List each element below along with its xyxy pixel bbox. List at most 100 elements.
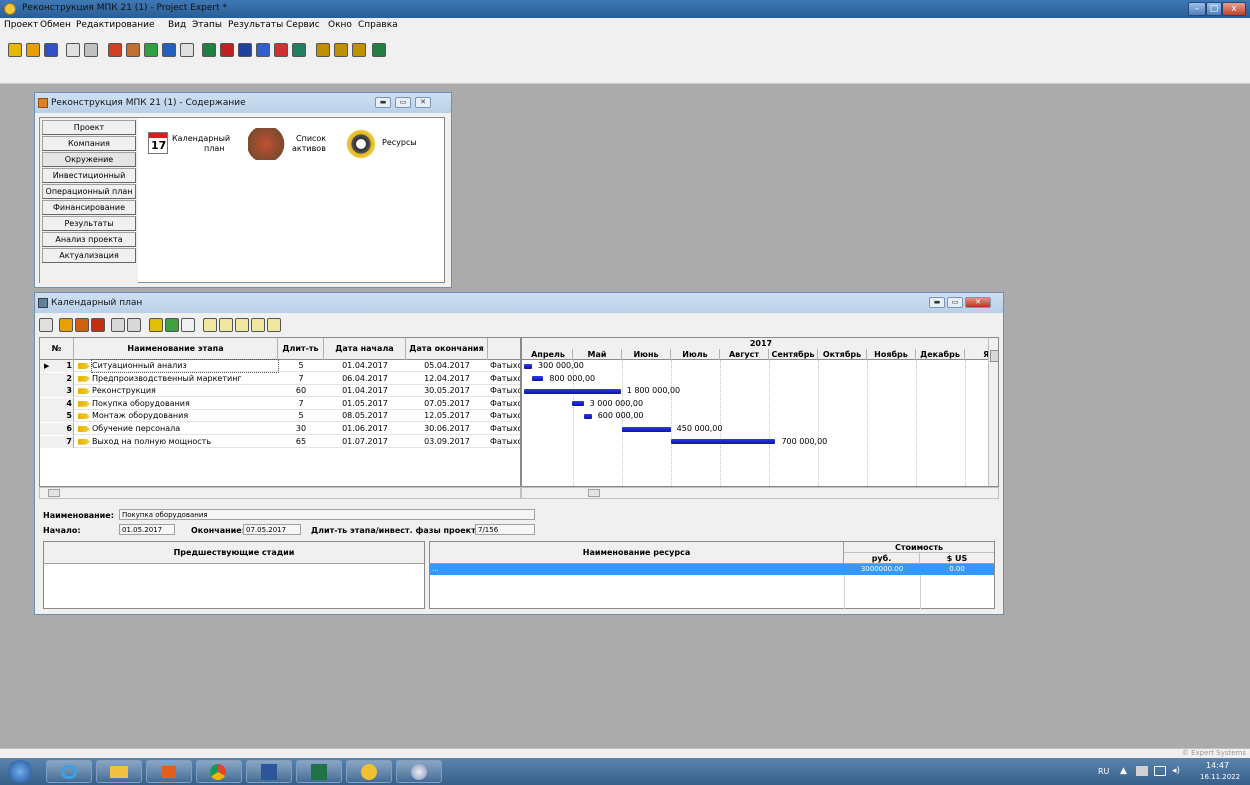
nav-company[interactable]: Компания bbox=[42, 136, 136, 151]
sensitivity-icon[interactable] bbox=[292, 43, 306, 57]
npv-icon[interactable] bbox=[334, 43, 348, 57]
add-stage-icon[interactable] bbox=[59, 318, 73, 332]
company-icon[interactable] bbox=[108, 43, 122, 57]
cost-rub-header[interactable]: руб. bbox=[844, 553, 920, 564]
assets-list-shortcut[interactable]: Список активов bbox=[248, 128, 338, 162]
menu-project[interactable]: Проект bbox=[4, 20, 38, 30]
delete-stage-icon[interactable] bbox=[91, 318, 105, 332]
stage-row[interactable]: 7 Выход на полную мощность 65 01.07.2017 03.… bbox=[40, 435, 520, 448]
content-minimize-button[interactable]: ▬ bbox=[375, 97, 391, 108]
clock-time[interactable]: 14:47 bbox=[1206, 761, 1229, 770]
menu-window[interactable]: Окно bbox=[328, 20, 352, 30]
taskbar-media-icon[interactable] bbox=[146, 760, 192, 783]
taskbar-chrome-icon[interactable] bbox=[196, 760, 242, 783]
col-end-date[interactable]: Дата окончания bbox=[406, 338, 488, 360]
nav-environment[interactable]: Окружение bbox=[42, 152, 136, 167]
display-icon[interactable] bbox=[1154, 766, 1166, 776]
nav-project-analysis[interactable]: Анализ проекта bbox=[42, 232, 136, 247]
nav-operation-plan[interactable]: Операционный план bbox=[42, 184, 136, 199]
taskbar-explorer-icon[interactable] bbox=[96, 760, 142, 783]
pl-report-icon[interactable] bbox=[202, 43, 216, 57]
bs-report-icon[interactable] bbox=[238, 43, 252, 57]
unlink-icon[interactable] bbox=[127, 318, 141, 332]
roi-icon[interactable] bbox=[316, 43, 330, 57]
gantt-bar[interactable] bbox=[524, 363, 533, 369]
gantt-vertical-scrollbar[interactable] bbox=[988, 338, 998, 486]
network-icon[interactable] bbox=[1136, 766, 1148, 776]
nav-financing[interactable]: Финансирование bbox=[42, 200, 136, 215]
detail-duration-field[interactable]: 7/156 bbox=[475, 524, 535, 535]
resource-row-selected[interactable]: ... 3000000.00 0.00 bbox=[430, 564, 994, 575]
predecessors-list[interactable]: Предшествующие стадии bbox=[43, 541, 425, 609]
tray-expand-icon[interactable]: ▲ bbox=[1120, 766, 1127, 776]
table-hscroll-thumb[interactable] bbox=[48, 489, 60, 497]
stage-row[interactable]: 5 Монтаж оборудования 5 08.05.2017 12.05.201… bbox=[40, 410, 520, 423]
menu-results[interactable]: Результаты bbox=[228, 20, 283, 30]
open-folder-icon[interactable] bbox=[26, 43, 40, 57]
gantt-bar[interactable] bbox=[572, 401, 584, 407]
taskbar-word-icon[interactable] bbox=[246, 760, 292, 783]
print-icon[interactable] bbox=[84, 43, 98, 57]
col-duration[interactable]: Длит-ть bbox=[278, 338, 324, 360]
menu-view[interactable]: Вид bbox=[168, 20, 186, 30]
pointer-icon[interactable] bbox=[181, 318, 195, 332]
gantt-bar[interactable] bbox=[532, 376, 544, 382]
gantt-bar[interactable] bbox=[583, 413, 592, 419]
indent-icon[interactable] bbox=[165, 318, 179, 332]
calendar-plan-shortcut[interactable]: 17 Календарный план bbox=[146, 132, 236, 162]
scale-month-icon[interactable] bbox=[235, 318, 249, 332]
resources-icon[interactable] bbox=[162, 43, 176, 57]
table-horizontal-scrollbar[interactable] bbox=[39, 487, 521, 499]
volume-icon[interactable]: ◂) bbox=[1172, 766, 1180, 776]
stage-row[interactable]: 4 Покупка оборудования 7 01.05.2017 07.05.20… bbox=[40, 397, 520, 410]
gantt-vscroll-thumb[interactable] bbox=[990, 350, 998, 362]
menu-edit[interactable]: Редактирование bbox=[76, 20, 155, 30]
cf-report-icon[interactable] bbox=[220, 43, 234, 57]
detail-end-field[interactable]: 07.05.2017 bbox=[243, 524, 301, 535]
nav-investment-plan[interactable]: Инвестиционный план bbox=[42, 168, 136, 193]
menu-help[interactable]: Справка bbox=[358, 20, 398, 30]
language-indicator[interactable]: RU bbox=[1098, 767, 1109, 776]
stage-row[interactable]: 6 Обучение персонала 30 01.06.2017 30.06.201… bbox=[40, 423, 520, 435]
taskbar-excel-icon[interactable] bbox=[296, 760, 342, 783]
cost-usd-header[interactable]: $ US bbox=[920, 553, 994, 564]
gantt-bar[interactable] bbox=[622, 426, 671, 432]
minimize-button[interactable]: – bbox=[1188, 2, 1206, 16]
stage-row[interactable]: 3 Реконструкция 60 01.04.2017 30.05.2017 Фаты… bbox=[40, 385, 520, 398]
content-restore-button[interactable]: ▭ bbox=[395, 97, 411, 108]
nav-project[interactable]: Проект bbox=[42, 120, 136, 135]
scale-year-icon[interactable] bbox=[267, 318, 281, 332]
taskbar-paint-icon[interactable] bbox=[396, 760, 442, 783]
calendar-icon[interactable] bbox=[144, 43, 158, 57]
stage-row[interactable]: ▶ 1 Ситуационный анализ 5 01.04.2017 05.04.20… bbox=[40, 359, 520, 373]
start-button[interactable] bbox=[8, 760, 32, 783]
nav-actualization[interactable]: Актуализация bbox=[42, 248, 136, 263]
menu-service[interactable]: Сервис bbox=[286, 20, 320, 30]
save-icon[interactable] bbox=[44, 43, 58, 57]
taskbar-ie-icon[interactable] bbox=[46, 760, 92, 783]
col-number[interactable]: № bbox=[40, 338, 74, 360]
calendar-close-button[interactable]: ✕ bbox=[965, 297, 991, 308]
stage-row[interactable]: 2 Предпроизводственный маркетинг 7 06.04.20… bbox=[40, 372, 520, 385]
gantt-bar[interactable] bbox=[524, 388, 621, 394]
scale-quarter-icon[interactable] bbox=[251, 318, 265, 332]
detail-name-field[interactable]: Покупка оборудования bbox=[119, 509, 535, 520]
preview-icon[interactable] bbox=[66, 43, 80, 57]
link-icon[interactable] bbox=[111, 318, 125, 332]
gantt-bar[interactable] bbox=[670, 439, 776, 445]
analysis-icon[interactable] bbox=[256, 43, 270, 57]
scale-week-icon[interactable] bbox=[219, 318, 233, 332]
menu-exchange[interactable]: Обмен bbox=[40, 20, 71, 30]
resource-name-header[interactable]: Наименование ресурса bbox=[430, 542, 844, 564]
content-close-button[interactable]: ✕ bbox=[415, 97, 431, 108]
nav-results[interactable]: Результаты bbox=[42, 216, 136, 231]
report-icon[interactable] bbox=[180, 43, 194, 57]
close-button[interactable]: x bbox=[1222, 2, 1246, 16]
gantt-hscroll-thumb[interactable] bbox=[588, 489, 600, 497]
clock-date[interactable]: 16.11.2022 bbox=[1200, 773, 1240, 781]
move-icon[interactable] bbox=[149, 318, 163, 332]
add-substage-icon[interactable] bbox=[75, 318, 89, 332]
resources-shortcut[interactable]: Ресурсы bbox=[344, 128, 440, 162]
gantt-horizontal-scrollbar[interactable] bbox=[521, 487, 999, 499]
calendar-restore-button[interactable]: ▭ bbox=[947, 297, 963, 308]
